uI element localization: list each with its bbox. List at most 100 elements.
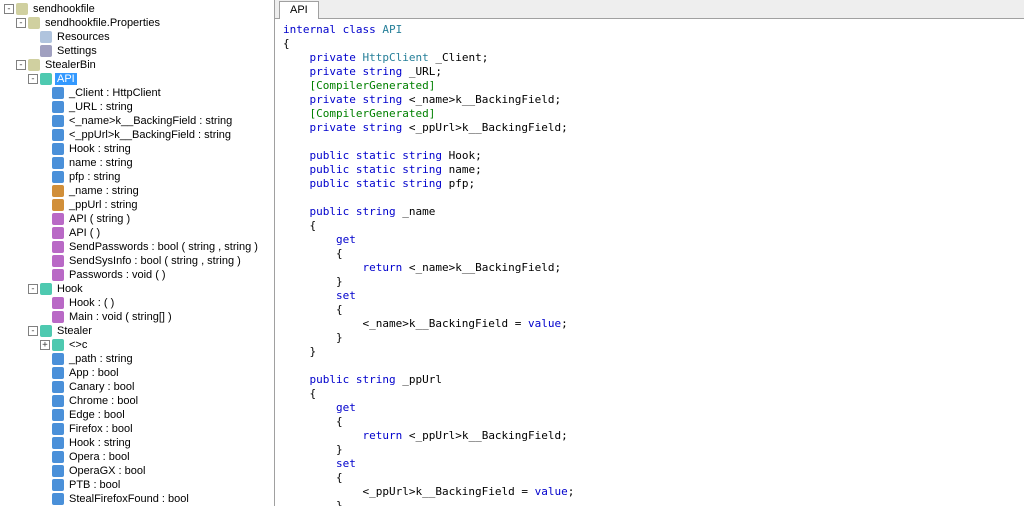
toggle-icon[interactable]: -: [16, 18, 26, 28]
toggle-icon[interactable]: +: [40, 340, 50, 350]
tree-label[interactable]: Main : void ( string[] ): [67, 311, 174, 323]
fld-pfp[interactable]: pfp : string: [4, 170, 274, 184]
fld-canary[interactable]: Canary : bool: [4, 380, 274, 394]
mth-sendsysinfo[interactable]: SendSysInfo : bool ( string , string ): [4, 254, 274, 268]
tree-label[interactable]: name : string: [67, 157, 135, 169]
code-token: Hook;: [449, 149, 482, 162]
ns-icon: [28, 17, 40, 29]
class-stealer[interactable]: - Stealer: [4, 324, 274, 338]
fld-icon: [52, 465, 64, 477]
code-token: {: [283, 219, 316, 232]
mth-sendpasswords[interactable]: SendPasswords : bool ( string , string ): [4, 240, 274, 254]
toggle-icon[interactable]: -: [4, 4, 14, 14]
tree-label[interactable]: SendPasswords : bool ( string , string ): [67, 241, 260, 253]
class-hook[interactable]: - Hook: [4, 282, 274, 296]
toggle-icon[interactable]: -: [28, 284, 38, 294]
tree-pane[interactable]: -sendhookfile-sendhookfile.Properties Re…: [0, 0, 275, 506]
class-api[interactable]: - API: [4, 72, 274, 86]
tree-label[interactable]: Stealer: [55, 325, 94, 337]
fld-edge[interactable]: Edge : bool: [4, 408, 274, 422]
tree-label[interactable]: <>c: [67, 339, 89, 351]
tree-label[interactable]: _path : string: [67, 353, 135, 365]
fld-url[interactable]: _URL : string: [4, 100, 274, 114]
tree-label[interactable]: <_ppUrl>k__BackingField : string: [67, 129, 233, 141]
toggle-icon[interactable]: -: [28, 74, 38, 84]
toggle-icon[interactable]: -: [16, 60, 26, 70]
fld-ptb[interactable]: PTB : bool: [4, 478, 274, 492]
tree-label[interactable]: Edge : bool: [67, 409, 127, 421]
fld-hook2[interactable]: Hook : string: [4, 436, 274, 450]
class-settings[interactable]: Settings: [4, 44, 274, 58]
code-line: public string _name: [283, 205, 435, 218]
tree-label[interactable]: _URL : string: [67, 101, 135, 113]
tree-label[interactable]: Canary : bool: [67, 381, 136, 393]
tree-label[interactable]: Passwords : void ( ): [67, 269, 168, 281]
tree-label[interactable]: _name : string: [67, 185, 141, 197]
tree-label[interactable]: sendhookfile.Properties: [43, 17, 162, 29]
ns-sendhookfile[interactable]: - sendhookfile: [4, 2, 274, 16]
tree-label[interactable]: PTB : bool: [67, 479, 122, 491]
tree-label[interactable]: App : bool: [67, 367, 121, 379]
code-token: [283, 65, 310, 78]
fld-firefox[interactable]: Firefox : bool: [4, 422, 274, 436]
fld-client[interactable]: _Client : HttpClient: [4, 86, 274, 100]
ns-properties[interactable]: - sendhookfile.Properties: [4, 16, 274, 30]
cctor-api[interactable]: API ( ): [4, 226, 274, 240]
tree-label[interactable]: Hook: [55, 283, 85, 295]
tree-label[interactable]: Settings: [55, 45, 99, 57]
tree-label[interactable]: _ppUrl : string: [67, 199, 139, 211]
toggle-icon: [40, 88, 50, 98]
toggle-icon: [40, 228, 50, 238]
code-line: {: [283, 37, 290, 50]
class-anon[interactable]: + <>c: [4, 338, 274, 352]
fld-app[interactable]: App : bool: [4, 366, 274, 380]
tree-label[interactable]: API ( string ): [67, 213, 132, 225]
tree-label[interactable]: sendhookfile: [31, 3, 97, 15]
prp-name[interactable]: _name : string: [4, 184, 274, 198]
ns-stealerbin[interactable]: - StealerBin: [4, 58, 274, 72]
fld-chrome[interactable]: Chrome : bool: [4, 394, 274, 408]
class-resources[interactable]: Resources: [4, 30, 274, 44]
fld-icon: [52, 437, 64, 449]
fld-operagx[interactable]: OperaGX : bool: [4, 464, 274, 478]
prp-ppurl[interactable]: _ppUrl : string: [4, 198, 274, 212]
fld-path[interactable]: _path : string: [4, 352, 274, 366]
code-token: [283, 373, 310, 386]
tree-label[interactable]: pfp : string: [67, 171, 122, 183]
ns-icon: [16, 3, 28, 15]
tree-label[interactable]: OperaGX : bool: [67, 465, 147, 477]
fld-name-bk[interactable]: <_name>k__BackingField : string: [4, 114, 274, 128]
tree-label[interactable]: Chrome : bool: [67, 395, 140, 407]
fld-name[interactable]: name : string: [4, 156, 274, 170]
toggle-icon: [40, 214, 50, 224]
toggle-icon: [40, 200, 50, 210]
tree-label[interactable]: Hook : string: [67, 437, 133, 449]
prp-icon: [52, 199, 64, 211]
tree-label[interactable]: StealerBin: [43, 59, 98, 71]
tree-label[interactable]: API ( ): [67, 227, 102, 239]
tree-label[interactable]: StealFirefoxFound : bool: [67, 493, 191, 505]
tree-label[interactable]: <_name>k__BackingField : string: [67, 115, 234, 127]
tree-label[interactable]: Hook : string: [67, 143, 133, 155]
tree-label[interactable]: Resources: [55, 31, 112, 43]
fld-ppurl-bk[interactable]: <_ppUrl>k__BackingField : string: [4, 128, 274, 142]
code-view[interactable]: internal class API { private HttpClient …: [275, 19, 1024, 506]
tree-label[interactable]: API: [55, 73, 77, 85]
tree-label[interactable]: Hook : ( ): [67, 297, 116, 309]
mth-passwords[interactable]: Passwords : void ( ): [4, 268, 274, 282]
tree-label[interactable]: SendSysInfo : bool ( string , string ): [67, 255, 243, 267]
fld-hook[interactable]: Hook : string: [4, 142, 274, 156]
mth-main[interactable]: Main : void ( string[] ): [4, 310, 274, 324]
tree-label[interactable]: _Client : HttpClient: [67, 87, 163, 99]
fld-ff-found[interactable]: StealFirefoxFound : bool: [4, 492, 274, 506]
tree-label[interactable]: Firefox : bool: [67, 423, 135, 435]
tree-label[interactable]: Opera : bool: [67, 451, 132, 463]
ctor-hook[interactable]: Hook : ( ): [4, 296, 274, 310]
cls-icon: [40, 325, 52, 337]
tab-api[interactable]: API: [279, 1, 319, 19]
toggle-icon[interactable]: -: [28, 326, 38, 336]
code-token: <_ppUrl>k__BackingField =: [283, 485, 535, 498]
ctor-api[interactable]: API ( string ): [4, 212, 274, 226]
fld-opera[interactable]: Opera : bool: [4, 450, 274, 464]
code-token: return: [362, 429, 408, 442]
